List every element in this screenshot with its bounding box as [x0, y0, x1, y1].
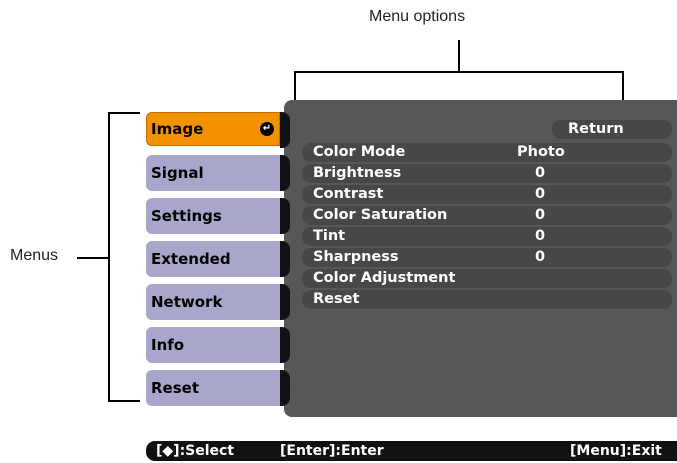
option-label: Color Adjustment — [313, 270, 456, 286]
option-row-color-saturation[interactable]: Color Saturation 0 — [302, 206, 672, 225]
status-exit-hint: [Menu]:Exit — [570, 443, 662, 459]
option-label: Reset — [313, 291, 360, 307]
option-row-sharpness[interactable]: Sharpness 0 — [302, 248, 672, 267]
option-value: 0 — [535, 165, 546, 181]
menu-tab-shadow — [280, 284, 290, 320]
option-row-tint[interactable]: Tint 0 — [302, 227, 672, 246]
option-label: Color Mode — [313, 144, 406, 160]
menu-tab-shadow — [280, 155, 290, 191]
menu-tab-shadow — [280, 370, 290, 406]
option-value: 0 — [535, 186, 546, 202]
menu-tab-shadow — [280, 327, 290, 363]
option-label: Brightness — [313, 165, 402, 181]
option-value: 0 — [535, 249, 546, 265]
bracket-right-leg — [622, 71, 624, 101]
menu-tab-reset[interactable]: Reset — [146, 370, 280, 406]
option-label: Tint — [313, 228, 346, 244]
menu-tab-label: Network — [151, 293, 223, 311]
option-row-color-mode[interactable]: Color Mode Photo — [302, 143, 672, 162]
left-bracket-bottom — [108, 400, 140, 402]
menu-tab-extended[interactable]: Extended — [146, 241, 280, 277]
left-bracket-top — [108, 112, 140, 114]
left-bracket-vertical — [108, 112, 110, 402]
menu-tab-shadow — [280, 112, 290, 148]
option-row-color-adjustment[interactable]: Color Adjustment — [302, 269, 672, 288]
menu-tab-signal[interactable]: Signal — [146, 155, 280, 191]
menu-tab-settings[interactable]: Settings — [146, 198, 280, 234]
menu-tab-network[interactable]: Network — [146, 284, 280, 320]
option-row-brightness[interactable]: Brightness 0 — [302, 164, 672, 183]
menu-tab-label: Settings — [151, 207, 222, 225]
bracket-stem — [458, 40, 460, 72]
option-value: 0 — [535, 207, 546, 223]
status-select-hint: [◆]:Select — [156, 443, 235, 459]
menus-callout: Menus — [10, 247, 59, 264]
option-value: Photo — [517, 144, 565, 160]
return-label: Return — [568, 121, 624, 137]
option-row-reset[interactable]: Reset — [302, 290, 672, 309]
left-bracket-stem — [77, 257, 108, 259]
option-label: Contrast — [313, 186, 384, 202]
enter-return-icon: ↵ — [260, 122, 274, 136]
status-enter-hint: [Enter]:Enter — [280, 443, 384, 459]
menu-tab-label: Signal — [151, 164, 204, 182]
option-label: Color Saturation — [313, 207, 448, 223]
menu-tab-shadow — [280, 198, 290, 234]
status-bar: [◆]:Select [Enter]:Enter [Menu]:Exit — [146, 441, 677, 461]
menu-options-callout: Menu options — [369, 8, 466, 25]
menu-tab-image[interactable]: Image ↵ — [146, 112, 280, 146]
menu-tab-label: Info — [151, 336, 185, 354]
bracket-horizontal — [294, 71, 624, 73]
option-value: 0 — [535, 228, 546, 244]
option-label: Sharpness — [313, 249, 399, 265]
menu-tab-label: Image — [151, 120, 204, 138]
menu-tab-shadow — [280, 241, 290, 277]
bracket-left-leg — [294, 71, 296, 101]
option-row-contrast[interactable]: Contrast 0 — [302, 185, 672, 204]
menu-tab-label: Reset — [151, 379, 199, 397]
menu-tab-label: Extended — [151, 250, 231, 268]
return-button[interactable]: Return — [552, 120, 672, 139]
menu-tab-info[interactable]: Info — [146, 327, 280, 363]
